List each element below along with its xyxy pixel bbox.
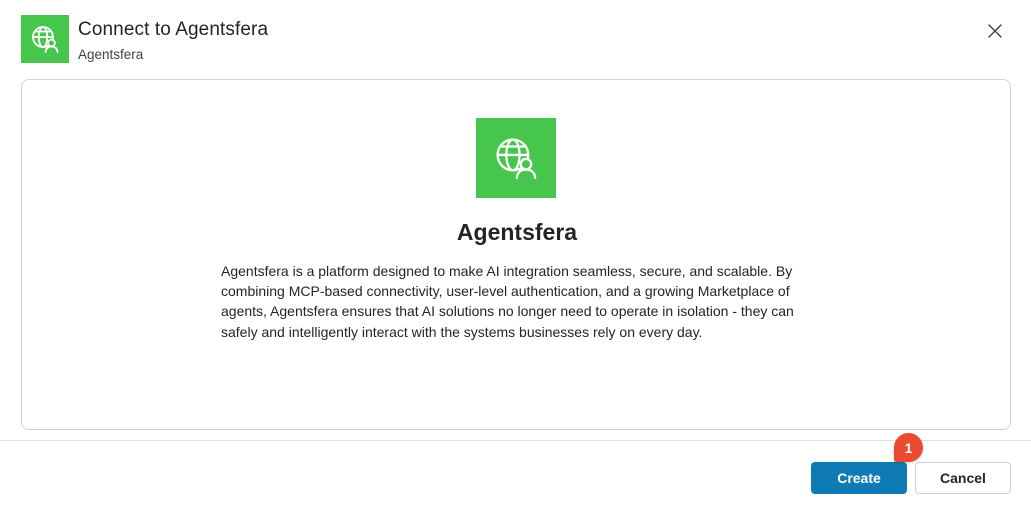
cancel-button[interactable]: Cancel (915, 462, 1011, 494)
close-icon (988, 24, 1002, 38)
dialog-title: Connect to Agentsfera (78, 19, 269, 40)
connector-info-card: Agentsfera Agentsfera is a platform desi… (21, 79, 1011, 430)
connector-logo-large (476, 118, 556, 198)
footer-divider (0, 440, 1031, 441)
step-badge: 1 (894, 433, 923, 462)
globe-user-icon (32, 26, 59, 53)
globe-user-icon (496, 138, 537, 180)
close-button[interactable] (980, 16, 1010, 46)
create-button[interactable]: Create (811, 462, 907, 494)
connector-logo (21, 15, 69, 63)
dialog-subtitle: Agentsfera (78, 47, 144, 62)
connector-description: Agentsfera is a platform designed to mak… (221, 263, 794, 340)
connect-dialog: Connect to Agentsfera Agentsfera Agentsf… (0, 0, 1031, 509)
connector-name: Agentsfera (456, 219, 578, 245)
